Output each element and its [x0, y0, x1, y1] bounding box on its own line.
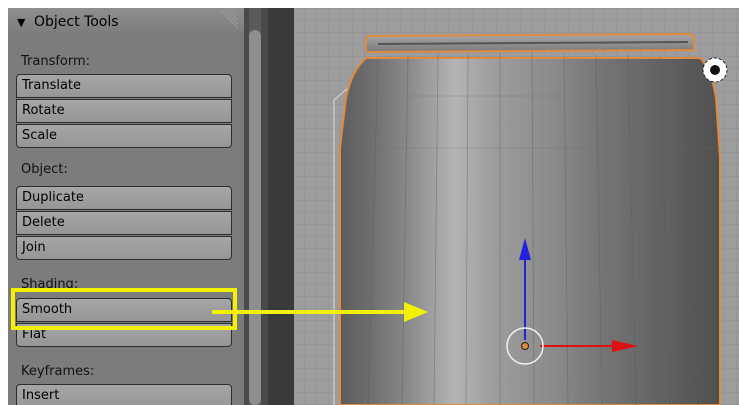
target-icon — [702, 57, 728, 83]
join-button[interactable]: Join — [16, 236, 232, 260]
delete-button[interactable]: Delete — [16, 211, 232, 235]
viewport-left-strip — [268, 8, 294, 405]
insert-button[interactable]: Insert — [16, 384, 232, 405]
panel-scrollbar-thumb[interactable] — [249, 30, 261, 405]
panel-scrollbar-track[interactable] — [249, 8, 261, 405]
transform-section-label: Transform: — [21, 54, 91, 69]
panel-scrollbar-gutter — [244, 8, 268, 405]
resize-grip-icon[interactable] — [212, 10, 238, 36]
panel-title: Object Tools — [34, 14, 119, 30]
shading-section-label: Shading: — [21, 277, 79, 292]
panel-header[interactable]: ▼ Object Tools — [8, 8, 244, 38]
duplicate-button[interactable]: Duplicate — [16, 186, 232, 210]
collapse-triangle-icon[interactable]: ▼ — [17, 16, 25, 29]
translate-button[interactable]: Translate — [16, 74, 232, 98]
can-body — [339, 57, 721, 405]
3d-viewport[interactable] — [268, 8, 739, 405]
object-section-label: Object: — [21, 162, 68, 177]
scale-button[interactable]: Scale — [16, 124, 232, 148]
viewport-scene — [268, 8, 739, 405]
keyframes-section-label: Keyframes: — [21, 364, 95, 379]
smooth-button[interactable]: Smooth — [16, 298, 232, 322]
flat-button[interactable]: Flat — [16, 323, 232, 347]
object-tools-panel: ▼ Object Tools Transform: Translate Rota… — [8, 8, 244, 405]
rotate-button[interactable]: Rotate — [16, 99, 232, 123]
